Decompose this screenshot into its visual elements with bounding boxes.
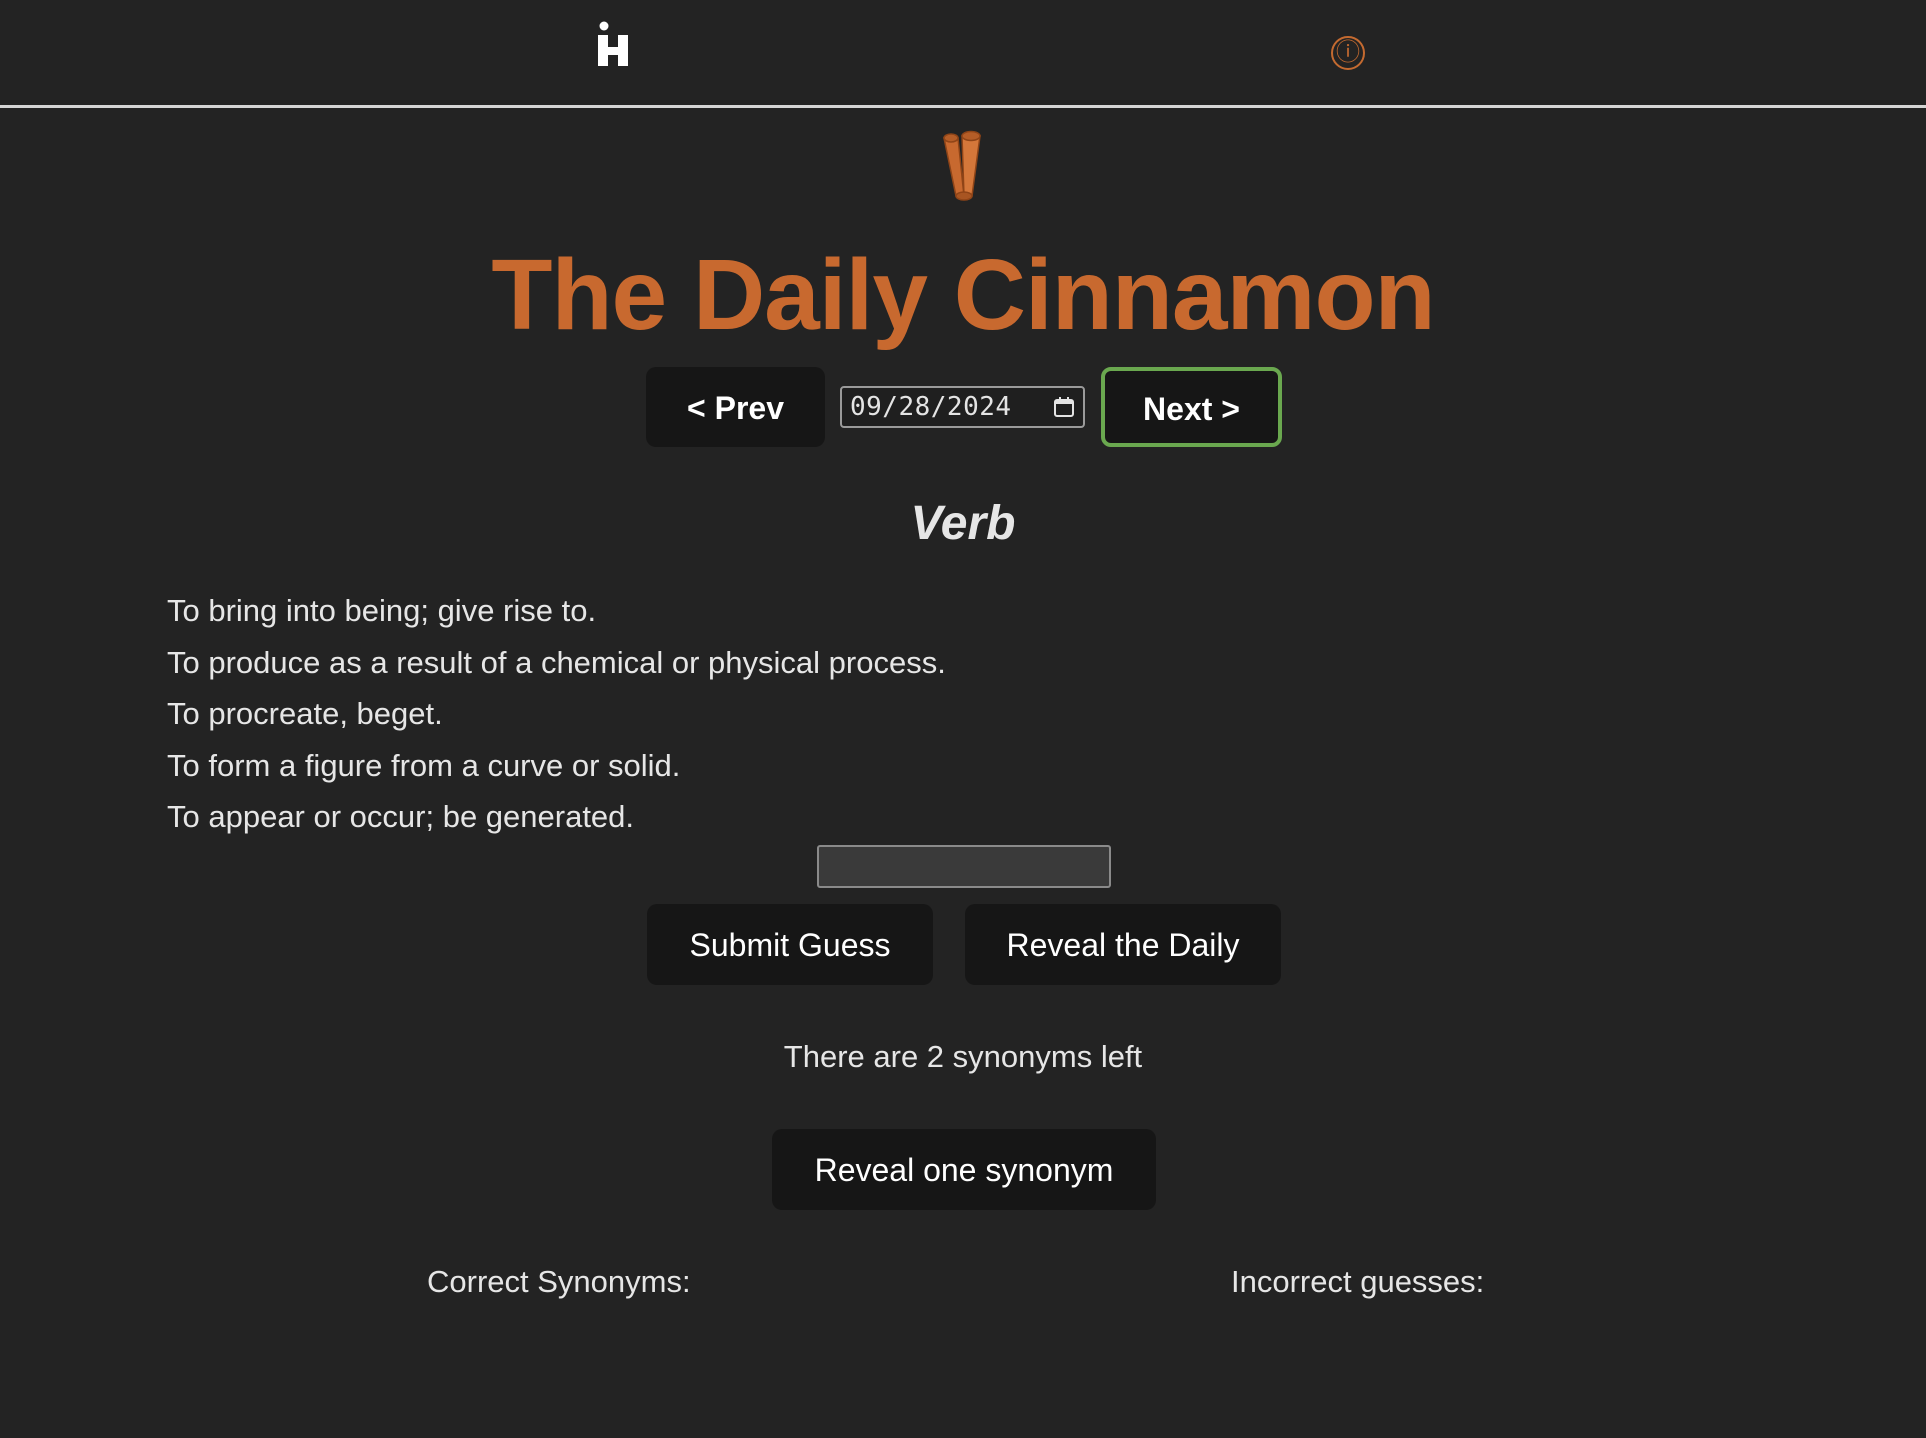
submit-guess-button[interactable]: Submit Guess (647, 904, 933, 985)
definition-item: To appear or occur; be generated. (167, 799, 635, 834)
prev-day-button[interactable]: < Prev (646, 367, 825, 447)
reveal-daily-button[interactable]: Reveal the Daily (965, 904, 1281, 985)
page-title: The Daily Cinnamon (491, 239, 1435, 351)
top-nav-bar: ⓘ (0, 0, 1926, 108)
part-of-speech: Verb (910, 497, 1016, 550)
reveal-one-synonym-button[interactable]: Reveal one synonym (772, 1129, 1156, 1210)
definitions-list: To bring into being; give rise to. To pr… (167, 585, 946, 843)
synonyms-left-status: There are 2 synonyms left (783, 1039, 1143, 1074)
next-day-button[interactable]: Next > (1101, 367, 1282, 447)
letter-h-logo-icon[interactable] (595, 20, 631, 70)
guess-input[interactable] (817, 845, 1111, 888)
definition-item: To produce as a result of a chemical or … (167, 644, 946, 680)
cinnamon-stick-icon (943, 130, 981, 201)
definition-item: To procreate, beget. (167, 696, 443, 731)
info-circle-icon[interactable]: ⓘ (1331, 36, 1365, 70)
calendar-icon[interactable] (1053, 396, 1075, 418)
date-picker-input[interactable]: 09/28/2024 (840, 386, 1085, 428)
date-value: 09/28/2024 (850, 392, 1012, 422)
correct-synonyms-heading: Correct Synonyms: (427, 1264, 691, 1299)
definition-item: To bring into being; give rise to. (167, 593, 597, 628)
definition-item: To form a figure from a curve or solid. (167, 747, 681, 783)
incorrect-guesses-heading: Incorrect guesses: (1231, 1264, 1485, 1299)
